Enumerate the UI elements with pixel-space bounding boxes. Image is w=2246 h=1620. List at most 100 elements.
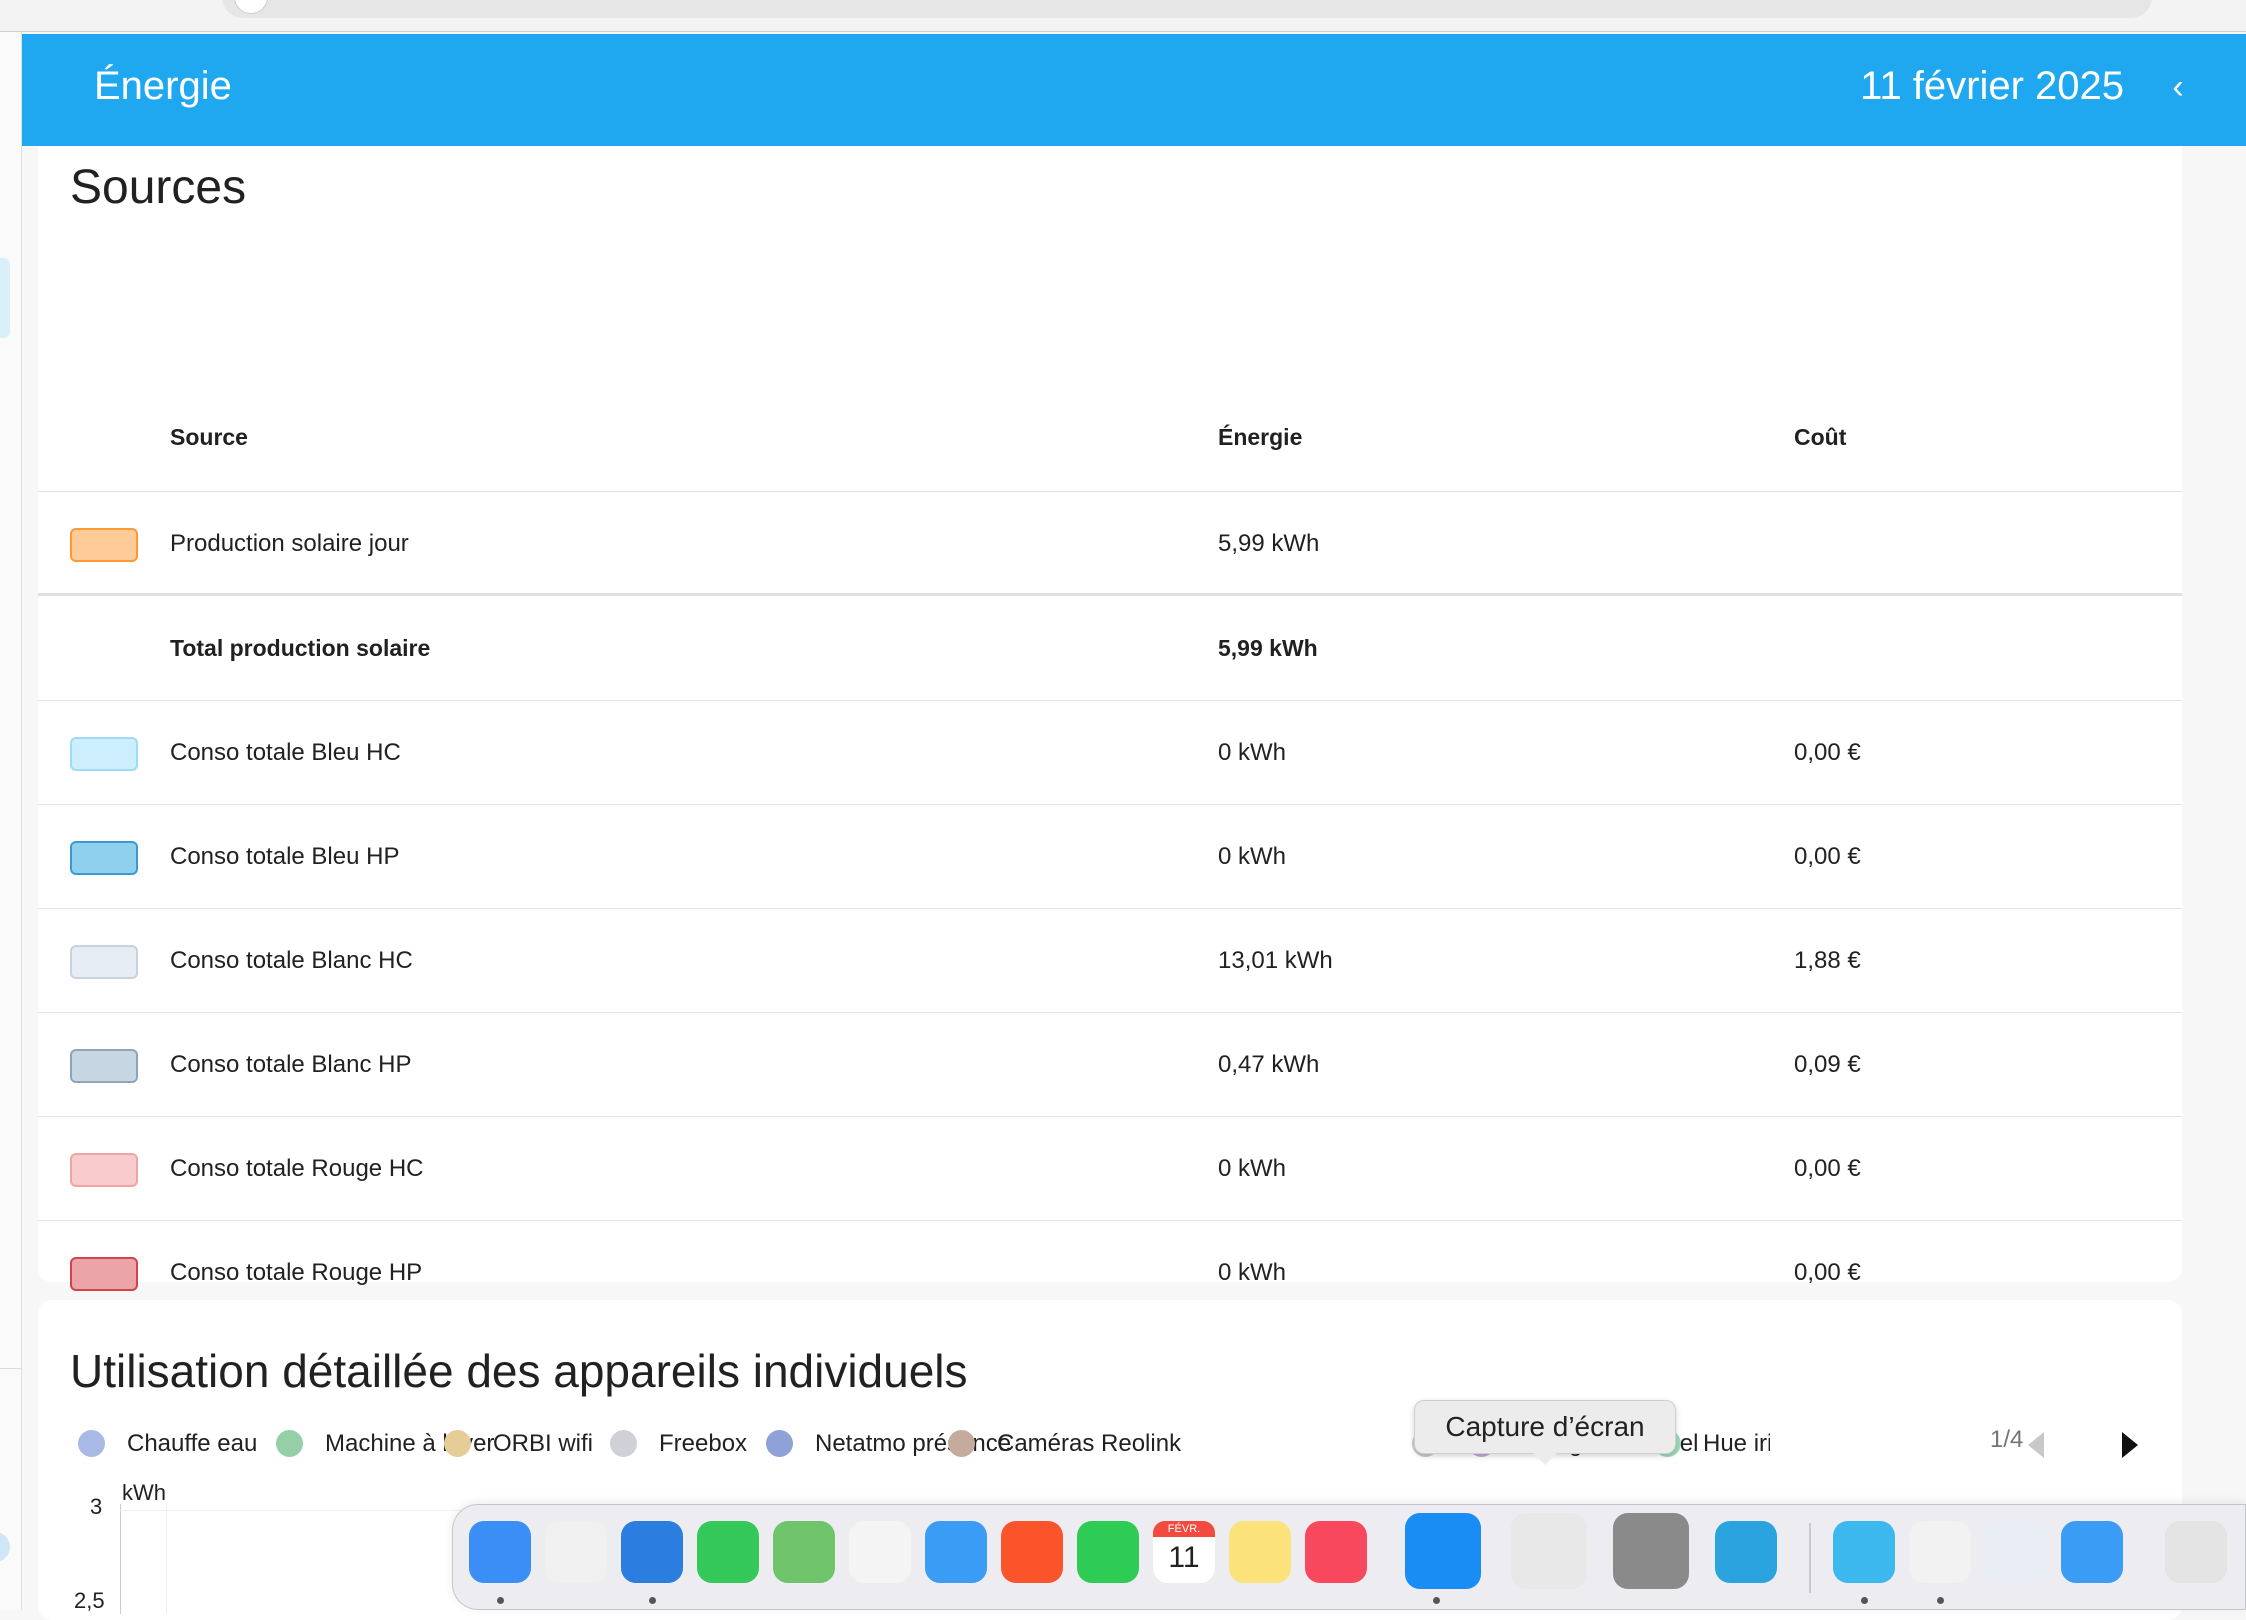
source-label: Production solaire jour	[170, 530, 409, 557]
energy-value: 13,01 kWh	[1218, 947, 1333, 974]
color-swatch	[70, 841, 138, 875]
cost-value: 0,00 €	[1794, 843, 1861, 870]
cost-value: 0,09 €	[1794, 1051, 1861, 1078]
source-label: Conso totale Blanc HP	[170, 1051, 412, 1078]
running-indicator	[1937, 1597, 1944, 1604]
table-row: Conso totale Bleu HC 0 kWh 0,00 €	[38, 701, 2182, 805]
devices-title: Utilisation détaillée des appareils indi…	[70, 1345, 968, 1397]
color-swatch	[70, 945, 138, 979]
source-label: Conso totale Rouge HP	[170, 1259, 423, 1286]
sidebar-active-item[interactable]	[0, 258, 10, 338]
browser-toolbar	[0, 0, 2246, 32]
color-swatch	[70, 1049, 138, 1083]
cost-value: 0,00 €	[1794, 1259, 1861, 1286]
legend-dot-icon	[610, 1430, 637, 1457]
chrome-icon[interactable]	[1909, 1521, 1971, 1583]
axis-tick: 2,5	[74, 1588, 105, 1613]
total-row: Total production solaire 5,99 kWh	[38, 597, 2182, 701]
table-row: Conso totale Blanc HP 0,47 kWh 0,09 €	[38, 1013, 2182, 1117]
address-bar[interactable]	[222, 0, 2152, 18]
legend-dot-icon	[78, 1430, 105, 1457]
running-indicator	[1861, 1597, 1868, 1604]
legend-dot-icon	[444, 1430, 471, 1457]
calendar-month: FÉVR.	[1153, 1521, 1215, 1537]
dock-tooltip: Capture d’écran	[1414, 1400, 1676, 1465]
energy-value: 0 kWh	[1218, 1155, 1287, 1182]
safari-icon[interactable]	[925, 1521, 987, 1583]
page-title: Énergie	[94, 64, 232, 108]
source-label: Conso totale Blanc HC	[170, 947, 413, 974]
color-swatch	[70, 1257, 138, 1291]
trash-icon[interactable]	[2165, 1521, 2227, 1583]
legend-label: Caméras Reolink	[997, 1430, 1182, 1457]
legend-dot-icon	[276, 1430, 303, 1457]
safari-tech-icon[interactable]	[2061, 1521, 2123, 1583]
energy-value: 0 kWh	[1218, 1259, 1287, 1286]
column-cost: Coût	[1794, 424, 1847, 450]
spark-mail-icon[interactable]	[621, 1521, 683, 1583]
telegram-icon[interactable]	[1715, 1521, 1777, 1583]
app-header: Énergie 11 février 2025 ‹	[22, 34, 2246, 146]
energy-value: 0 kWh	[1218, 739, 1287, 766]
legend-prev-icon[interactable]	[2028, 1432, 2044, 1458]
messages-icon[interactable]	[697, 1521, 759, 1583]
running-indicator	[1433, 1597, 1440, 1604]
legend-label: ORBI wifi	[493, 1430, 594, 1457]
legend-dot-icon	[948, 1430, 975, 1457]
legend-item[interactable]: ORBI wifi	[444, 1426, 593, 1462]
music-icon[interactable]	[1305, 1521, 1367, 1583]
running-indicator	[497, 1597, 504, 1604]
date-label[interactable]: 11 février 2025	[1860, 64, 2124, 109]
running-indicator	[649, 1597, 656, 1604]
brave-icon[interactable]	[1001, 1521, 1063, 1583]
home-assistant-icon[interactable]	[1833, 1521, 1895, 1583]
legend-item[interactable]: Caméras Reolink	[948, 1426, 1181, 1462]
sidebar-divider	[0, 1368, 22, 1369]
grid-line	[166, 1504, 167, 1614]
source-label: Total production solaire	[170, 635, 431, 661]
energy-value: 5,99 kWh	[1218, 635, 1318, 661]
chevron-left-icon[interactable]: ‹	[2162, 70, 2194, 104]
dock-divider	[1809, 1523, 1811, 1593]
color-swatch	[70, 1153, 138, 1187]
screenshot-icon[interactable]	[1511, 1513, 1587, 1589]
sources-title: Sources	[70, 161, 247, 214]
axis-unit: kWh	[122, 1480, 166, 1505]
energy-value: 0 kWh	[1218, 843, 1287, 870]
table-header: Source Énergie Coût	[38, 382, 2182, 492]
source-label: Conso totale Bleu HP	[170, 843, 400, 870]
legend-label: Hue iris	[1703, 1430, 1770, 1457]
source-label: Conso totale Bleu HC	[170, 739, 401, 766]
system-settings-icon[interactable]	[1613, 1513, 1689, 1589]
energy-value: 5,99 kWh	[1218, 530, 1320, 557]
notes-icon[interactable]	[1229, 1521, 1291, 1583]
calendar-icon[interactable]: FÉVR. 11	[1153, 1521, 1215, 1583]
launchpad-icon[interactable]	[545, 1521, 607, 1583]
cost-value: 0,00 €	[1794, 739, 1861, 766]
finder-icon[interactable]	[469, 1521, 531, 1583]
onepassword-icon[interactable]	[1985, 1521, 2047, 1583]
macos-dock: FÉVR. 11	[452, 1504, 2246, 1610]
legend-dot-icon	[766, 1430, 793, 1457]
app-store-icon[interactable]	[1405, 1513, 1481, 1589]
legend-label: Chauffe eau	[127, 1430, 258, 1457]
sidebar-avatar[interactable]	[0, 1532, 10, 1562]
legend-page: 1/4	[1990, 1426, 2024, 1453]
y-axis-line	[120, 1504, 121, 1614]
legend-item[interactable]: Freebox	[610, 1426, 747, 1462]
column-source: Source	[170, 424, 248, 450]
axis-tick: 3	[90, 1494, 103, 1519]
maps-icon[interactable]	[773, 1521, 835, 1583]
table-row: Conso totale Bleu HP 0 kWh 0,00 €	[38, 805, 2182, 909]
photos-icon[interactable]	[849, 1521, 911, 1583]
color-swatch	[70, 737, 138, 771]
facetime-icon[interactable]	[1077, 1521, 1139, 1583]
legend-item[interactable]: Chauffe eau	[78, 1426, 257, 1462]
sidebar	[0, 32, 22, 1610]
legend-next-icon[interactable]	[2122, 1432, 2138, 1458]
cost-value: 0,00 €	[1794, 1155, 1861, 1182]
energy-value: 0,47 kWh	[1218, 1051, 1320, 1078]
table-row: Conso totale Blanc HC 13,01 kWh 1,88 €	[38, 909, 2182, 1013]
sources-card: Sources Source Énergie Coût Production s…	[38, 146, 2182, 1389]
table-row: Conso totale Rouge HC 0 kWh 0,00 €	[38, 1117, 2182, 1221]
